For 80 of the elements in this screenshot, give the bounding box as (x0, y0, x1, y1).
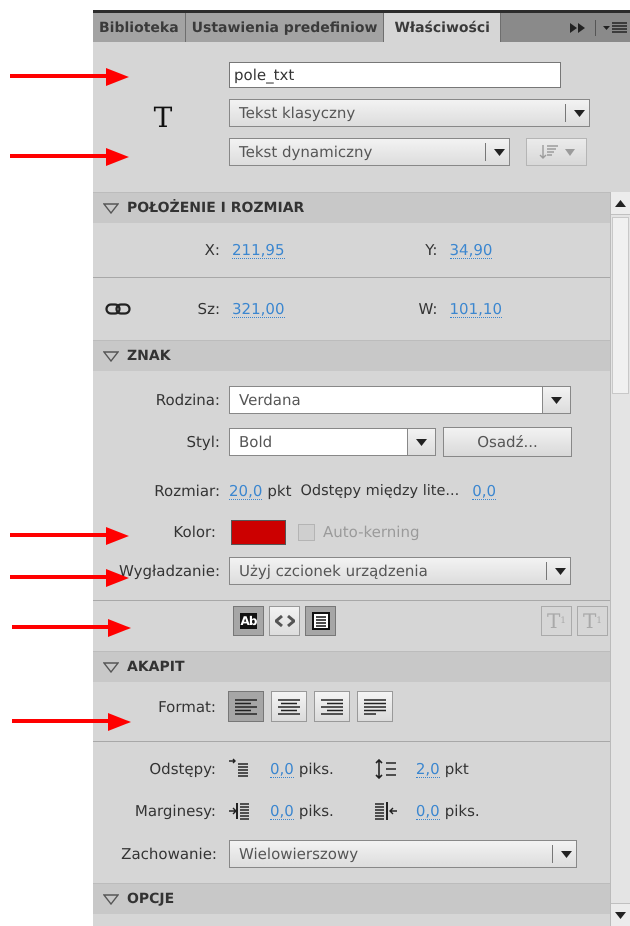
html-toggle[interactable] (269, 606, 300, 636)
border-toggle[interactable] (305, 606, 336, 636)
selectable-toggle[interactable]: Ab (233, 606, 264, 636)
disclosure-triangle-icon[interactable] (103, 661, 119, 673)
value-field[interactable]: 321,00 (232, 300, 284, 318)
color-swatch[interactable] (231, 520, 286, 544)
left-margin-icon (228, 800, 252, 822)
caret-icon (561, 850, 572, 858)
scroll-down-icon[interactable] (615, 912, 626, 918)
alignment-icon (320, 698, 344, 716)
caret-icon (574, 110, 585, 116)
value-field[interactable]: 0,0 (472, 482, 496, 500)
text-type-dropdown[interactable]: Tekst dynamiczny (229, 138, 510, 166)
panel-menu-icon[interactable] (602, 20, 628, 34)
align-left-button[interactable] (228, 691, 264, 722)
section-header[interactable]: POŁOŻENIE I ROZMIAR (93, 192, 610, 223)
section-header[interactable]: AKAPIT (93, 651, 610, 682)
panel-tab[interactable]: Biblioteka (93, 13, 186, 42)
caret-icon (494, 148, 505, 156)
link-icon[interactable] (105, 303, 131, 315)
unit-label: pkt (267, 482, 292, 500)
font-style-dropdown[interactable]: Bold (229, 428, 436, 456)
scroll-up-icon[interactable] (615, 200, 626, 206)
align-right-button[interactable] (314, 691, 350, 722)
field-label: Wygładzanie: (118, 562, 220, 580)
disclosure-triangle-icon[interactable] (103, 350, 119, 362)
section-header[interactable]: OPCJE (93, 883, 610, 914)
value-field[interactable]: 34,90 (450, 242, 492, 258)
field-label: Y: (424, 241, 438, 259)
alignment-icon (277, 698, 301, 716)
caret-icon (551, 396, 562, 404)
right-margin-icon (374, 800, 398, 822)
anti-alias-dropdown[interactable]: Użyj czcionek urządzenia (229, 557, 571, 585)
alignment-icon (363, 698, 387, 716)
field-label: Rozmiar: (153, 482, 220, 500)
text-tool-glyph: T (154, 100, 172, 134)
field-label: Sz: (196, 300, 220, 318)
panel-tab[interactable]: Właściwości (384, 13, 501, 42)
caret-icon (416, 438, 427, 446)
align-center-button[interactable] (271, 691, 307, 722)
scroll-thumb[interactable] (612, 217, 629, 394)
field-label: Odstępy: (148, 760, 216, 778)
text-engine-dropdown[interactable]: Tekst klasyczny (229, 99, 590, 127)
text-border-icon (312, 612, 330, 630)
unit-label: pkt (444, 760, 469, 778)
value-field[interactable]: 20,0 (229, 482, 262, 500)
alignment-icon (234, 698, 258, 716)
field-label: Styl: (185, 433, 220, 451)
disclosure-triangle-icon[interactable] (103, 893, 119, 905)
field-label: Odstępy między lite... (300, 483, 460, 499)
instance-name-field[interactable]: pole_txt (229, 62, 561, 88)
caret-icon (555, 568, 566, 574)
section-header[interactable]: ZNAK (93, 340, 610, 371)
unit-label: piks. (298, 760, 334, 778)
embed-button[interactable]: Osadź... (443, 427, 572, 457)
font-family-dropdown[interactable]: Verdana (229, 386, 571, 414)
value-field[interactable]: 2,0 (416, 760, 440, 778)
caret-icon (564, 148, 574, 156)
justify-button[interactable] (357, 691, 393, 722)
field-label: W: (417, 300, 438, 318)
unit-label: piks. (444, 802, 480, 820)
field-label: Marginesy: (134, 802, 216, 820)
value-field[interactable]: 101,10 (450, 300, 502, 318)
field-label: Kolor: (172, 523, 216, 541)
value-field[interactable]: 0,0 (270, 760, 294, 778)
field-label: X: (204, 241, 220, 259)
field-label: Zachowanie: (120, 845, 217, 863)
scrollbar[interactable] (610, 192, 630, 926)
behavior-dropdown[interactable]: Wielowierszowy (229, 840, 577, 868)
field-label: Format: (157, 698, 216, 716)
text-direction-icon (538, 144, 558, 160)
code-icon (274, 614, 294, 628)
panel-tab[interactable]: Ustawienia predefiniow (186, 13, 384, 42)
value-field[interactable]: 0,0 (416, 802, 440, 820)
value-field[interactable]: 211,95 (232, 242, 284, 258)
disclosure-triangle-icon[interactable] (103, 202, 119, 214)
field-label: Rodzina: (154, 391, 220, 409)
line-spacing-icon (374, 758, 398, 780)
unit-label: piks. (298, 802, 334, 820)
value-field[interactable]: 0,0 (270, 802, 294, 820)
